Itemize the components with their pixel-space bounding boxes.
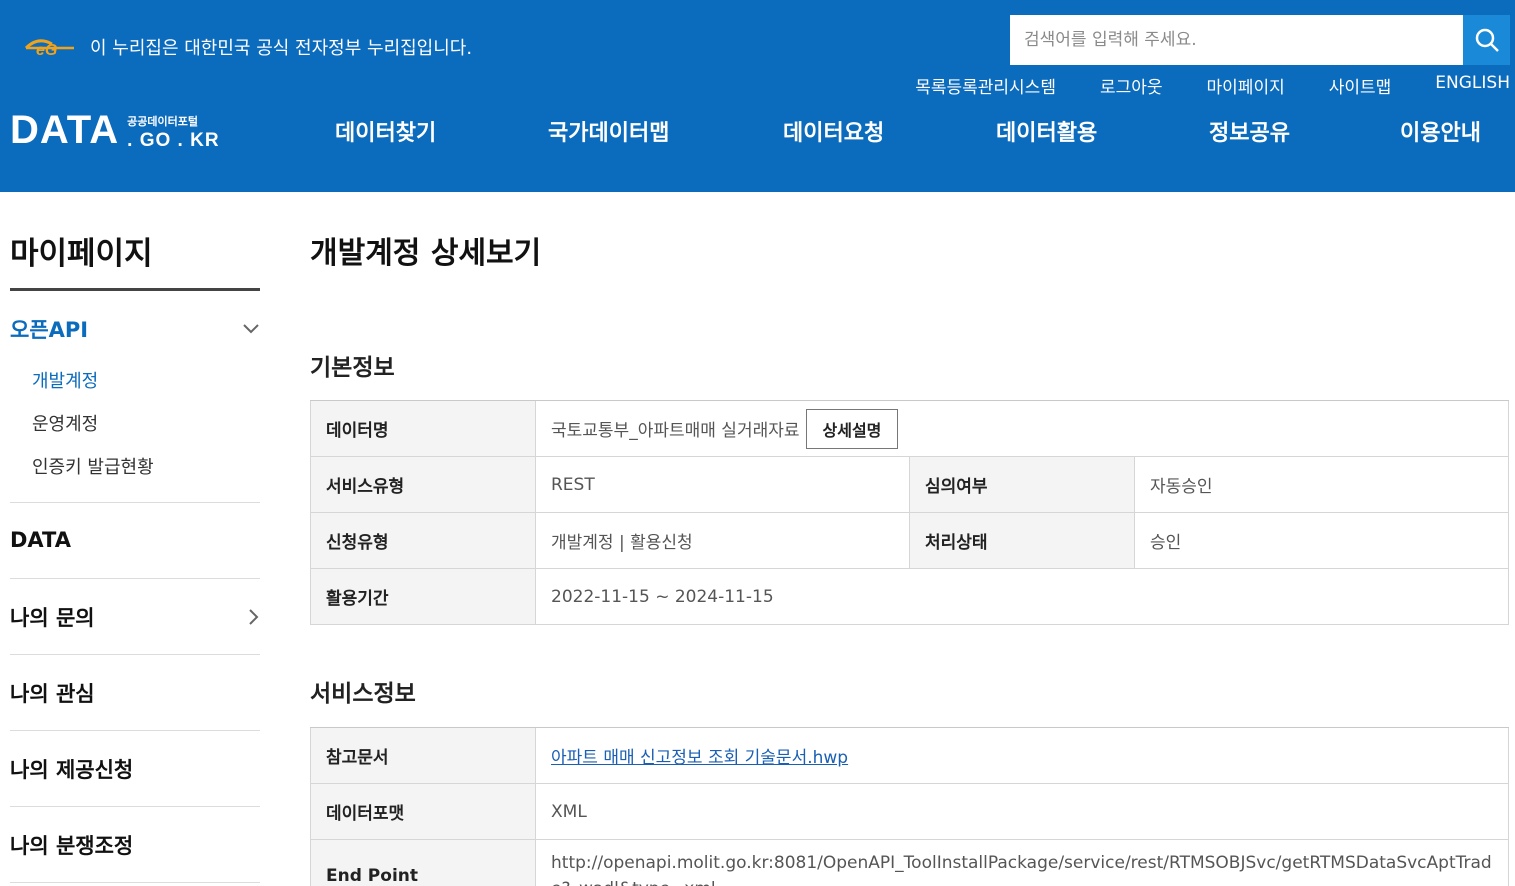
label-ref-doc: 참고문서 xyxy=(311,728,536,783)
sidebar-section-my-provision[interactable]: 나의 제공신청 xyxy=(10,754,260,784)
sidebar-section-label: 나의 문의 xyxy=(10,606,95,630)
chevron-down-icon xyxy=(243,324,259,334)
sidebar-section-label: DATA xyxy=(10,528,72,552)
value-apply-type: 개발계정 | 활용신청 xyxy=(551,533,693,553)
label-endpoint: End Point xyxy=(311,840,536,886)
sidebar-item-dev-account[interactable]: 개발계정 xyxy=(32,367,98,393)
sidebar-item-ops-account[interactable]: 운영계정 xyxy=(32,410,98,436)
value-review: 자동승인 xyxy=(1150,477,1213,497)
svg-text:eG: eG xyxy=(36,42,57,59)
search-icon xyxy=(1475,28,1499,52)
gnb-item-info-share[interactable]: 정보공유 xyxy=(1209,115,1290,147)
main-nav: 데이터찾기 국가데이터맵 데이터요청 데이터활용 정보공유 이용안내 xyxy=(290,115,1515,151)
sidebar-section-label: 나의 분쟁조정 xyxy=(10,834,134,858)
label-period: 활용기간 xyxy=(311,569,536,624)
service-info-table: 참고문서 아파트 매매 신고정보 조회 기술문서.hwp 데이터포맷 XML E… xyxy=(310,727,1509,886)
table-row: 참고문서 아파트 매매 신고정보 조회 기술문서.hwp xyxy=(310,728,1509,784)
site-header: eG 이 누리집은 대한민국 공식 전자정부 누리집입니다. 목록등록관리시스템… xyxy=(0,0,1515,192)
logo-main: DATA xyxy=(10,108,120,152)
value-ref-doc-cell: 아파트 매매 신고정보 조회 기술문서.hwp xyxy=(536,728,848,783)
table-row: 서비스유형 REST 심의여부 자동승인 xyxy=(310,457,1509,513)
chevron-right-icon xyxy=(249,609,259,625)
gnb-item-guide[interactable]: 이용안내 xyxy=(1400,115,1481,147)
value-service-type: REST xyxy=(551,474,595,495)
gnb-item-data-usage[interactable]: 데이터활용 xyxy=(996,115,1097,147)
gnb-item-data-request[interactable]: 데이터요청 xyxy=(783,115,884,147)
gnb-item-find-data[interactable]: 데이터찾기 xyxy=(335,115,436,147)
sidebar-item-key-status[interactable]: 인증키 발급현황 xyxy=(32,453,154,479)
util-link-english[interactable]: ENGLISH xyxy=(1435,73,1510,98)
sidebar-section-label: 오픈API xyxy=(10,318,89,342)
logo-sub-domain: . GO . KR xyxy=(127,130,220,151)
ref-doc-link[interactable]: 아파트 매매 신고정보 조회 기술문서.hwp xyxy=(551,743,848,768)
value-data-name-cell: 국토교통부_아파트매매 실거래자료 상세설명 xyxy=(536,401,899,456)
sidebar-section-data[interactable]: DATA xyxy=(10,528,260,552)
util-link-catalog[interactable]: 목록등록관리시스템 xyxy=(915,73,1056,98)
value-data-name: 국토교통부_아파트매매 실거래자료 xyxy=(551,421,800,441)
logo-sub-kr: 공공데이터포털 xyxy=(127,115,198,128)
table-row: 활용기간 2022-11-15 ~ 2024-11-15 xyxy=(310,569,1509,625)
table-row: 데이터명 국토교통부_아파트매매 실거래자료 상세설명 xyxy=(310,401,1509,457)
gov-banner: eG 이 누리집은 대한민국 공식 전자정부 누리집입니다. xyxy=(22,32,472,62)
table-row: 데이터포맷 XML xyxy=(310,784,1509,840)
sidebar-divider xyxy=(10,502,260,503)
table-row: 신청유형 개발계정 | 활용신청 처리상태 승인 xyxy=(310,513,1509,569)
label-status: 처리상태 xyxy=(909,513,1135,568)
gnb-item-national-data-map[interactable]: 국가데이터맵 xyxy=(548,115,669,147)
table-row: End Point http://openapi.molit.go.kr:808… xyxy=(310,840,1509,886)
value-period: 2022-11-15 ~ 2024-11-15 xyxy=(551,586,774,607)
label-data-name: 데이터명 xyxy=(311,401,536,456)
egov-logo-icon: eG xyxy=(24,39,74,59)
value-endpoint: http://openapi.molit.go.kr:8081/OpenAPI_… xyxy=(551,853,1492,886)
sidebar-divider xyxy=(10,578,260,579)
util-link-mypage[interactable]: 마이페이지 xyxy=(1207,73,1285,98)
value-data-format: XML xyxy=(551,801,587,822)
sidebar-section-my-inquiry[interactable]: 나의 문의 xyxy=(10,602,260,632)
label-service-type: 서비스유형 xyxy=(311,457,536,512)
sidebar-title: 마이페이지 xyxy=(10,236,153,272)
util-link-sitemap[interactable]: 사이트맵 xyxy=(1329,73,1392,98)
sidebar-divider xyxy=(10,806,260,807)
search-button[interactable] xyxy=(1463,15,1510,65)
label-review: 심의여부 xyxy=(909,457,1135,512)
section-title-basic: 기본정보 xyxy=(310,355,395,381)
sidebar-section-my-interest[interactable]: 나의 관심 xyxy=(10,678,260,708)
sidebar-divider xyxy=(10,654,260,655)
search-bar xyxy=(1010,15,1510,65)
search-input[interactable] xyxy=(1010,15,1463,65)
sidebar-section-my-dispute[interactable]: 나의 분쟁조정 xyxy=(10,830,260,860)
sidebar-divider xyxy=(10,882,260,883)
label-data-format: 데이터포맷 xyxy=(311,784,536,839)
util-link-logout[interactable]: 로그아웃 xyxy=(1100,73,1163,98)
section-title-service: 서비스정보 xyxy=(310,681,416,707)
sidebar-title-divider xyxy=(10,288,260,291)
page-title: 개발계정 상세보기 xyxy=(310,236,542,271)
detail-description-button[interactable]: 상세설명 xyxy=(805,408,899,449)
value-status: 승인 xyxy=(1150,533,1182,553)
sidebar-section-label: 나의 관심 xyxy=(10,682,95,706)
sidebar-divider xyxy=(10,730,260,731)
sidebar-section-open-api[interactable]: 오픈API xyxy=(10,314,260,344)
gov-banner-text: 이 누리집은 대한민국 공식 전자정부 누리집입니다. xyxy=(90,38,473,59)
basic-info-table: 데이터명 국토교통부_아파트매매 실거래자료 상세설명 서비스유형 REST 심… xyxy=(310,400,1509,625)
site-logo[interactable]: DATA 공공데이터포털 . GO . KR xyxy=(10,110,220,150)
utility-nav: 목록등록관리시스템 로그아웃 마이페이지 사이트맵 ENGLISH xyxy=(871,73,1510,98)
label-apply-type: 신청유형 xyxy=(311,513,536,568)
sidebar-section-label: 나의 제공신청 xyxy=(10,758,134,782)
